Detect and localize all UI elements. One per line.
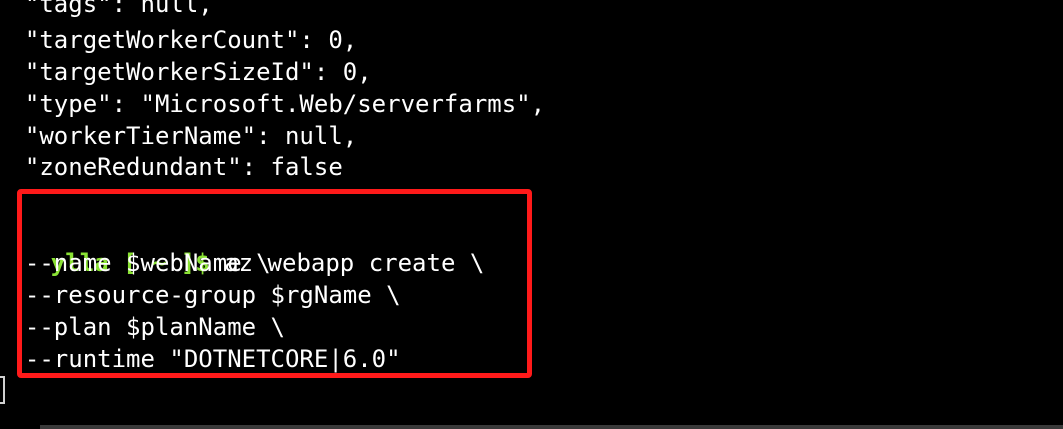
output-line-closing-brace: } bbox=[0, 183, 2, 215]
output-line-zone-redundant: "zoneRedundant": false bbox=[0, 153, 343, 181]
output-line-tags: "tags": null, bbox=[0, 0, 213, 18]
output-line-target-worker-count: "targetWorkerCount": 0, bbox=[0, 26, 358, 54]
terminal-window[interactable]: "tags": null, "targetWorkerCount": 0, "t… bbox=[0, 0, 1063, 429]
horizontal-scrollbar[interactable] bbox=[40, 425, 1063, 429]
text-cursor[interactable] bbox=[0, 376, 5, 404]
output-line-type: "type": "Microsoft.Web/serverfarms", bbox=[0, 90, 546, 118]
highlight-box bbox=[17, 189, 532, 378]
output-line-worker-tier-name: "workerTierName": null, bbox=[0, 122, 358, 150]
output-line-target-worker-size-id: "targetWorkerSizeId": 0, bbox=[0, 58, 372, 86]
